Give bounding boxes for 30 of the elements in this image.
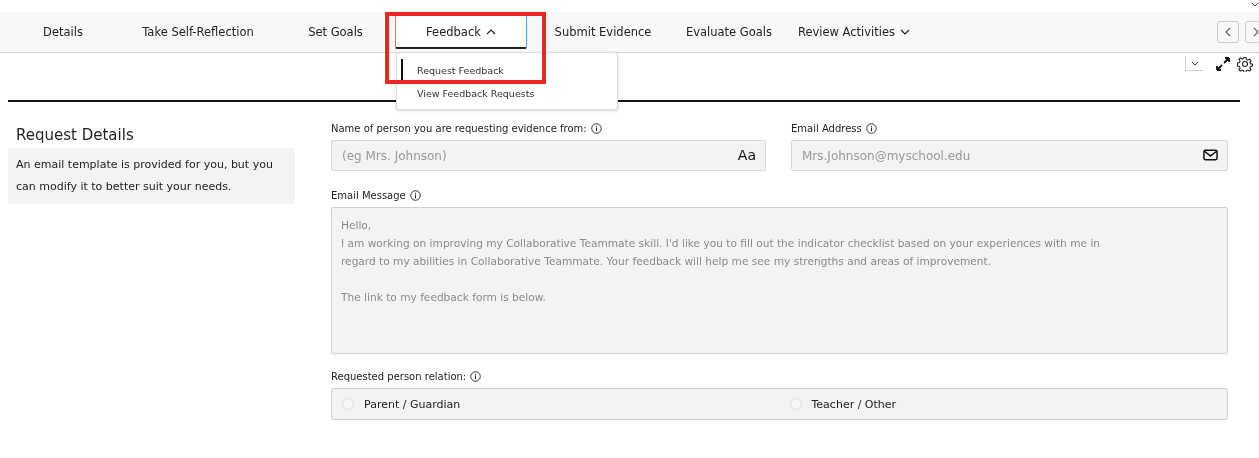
field-label: Email Message [331,189,406,201]
settings-icon[interactable] [1237,56,1253,72]
caret-down-icon[interactable] [1251,2,1259,7]
info-icon[interactable] [470,370,482,382]
radio-label: Teacher / Other [811,397,897,411]
info-icon[interactable] [590,122,602,134]
section-title: Request Details [16,126,135,144]
caret-down-icon [1190,61,1199,66]
menu-item[interactable]: View Feedback Requests [401,82,617,105]
menu-item[interactable]: Request Feedback [401,59,617,82]
tab[interactable]: Take Self-Reflection [118,12,278,52]
chevron-left-icon [1225,27,1231,37]
text-format-icon: Aa [737,147,756,163]
field-label: Name of person you are requesting evidence from: [331,122,587,134]
chevron-right-icon [1253,27,1259,37]
info-icon[interactable] [409,189,421,201]
email-field[interactable]: Mrs.Johnson@myschool.edu [791,140,1228,171]
tab[interactable]: Feedback [395,15,527,49]
info-note: An email template is provided for you, but you can modify it to better suit your needs. [8,148,295,204]
radio-label: Parent / Guardian [364,397,461,411]
tab[interactable]: Submit Evidence [527,12,679,52]
expand-icon[interactable] [1215,56,1231,72]
field-label: Requested person relation: [331,370,467,382]
mail-icon [1203,149,1218,161]
tab[interactable]: Review Activities [779,12,929,52]
tab[interactable]: Details [8,12,118,52]
info-icon[interactable] [865,122,877,134]
field-label: Email Address [791,122,862,134]
tab[interactable]: Evaluate Goals [679,12,779,52]
tab[interactable]: Set Goals [278,12,393,52]
